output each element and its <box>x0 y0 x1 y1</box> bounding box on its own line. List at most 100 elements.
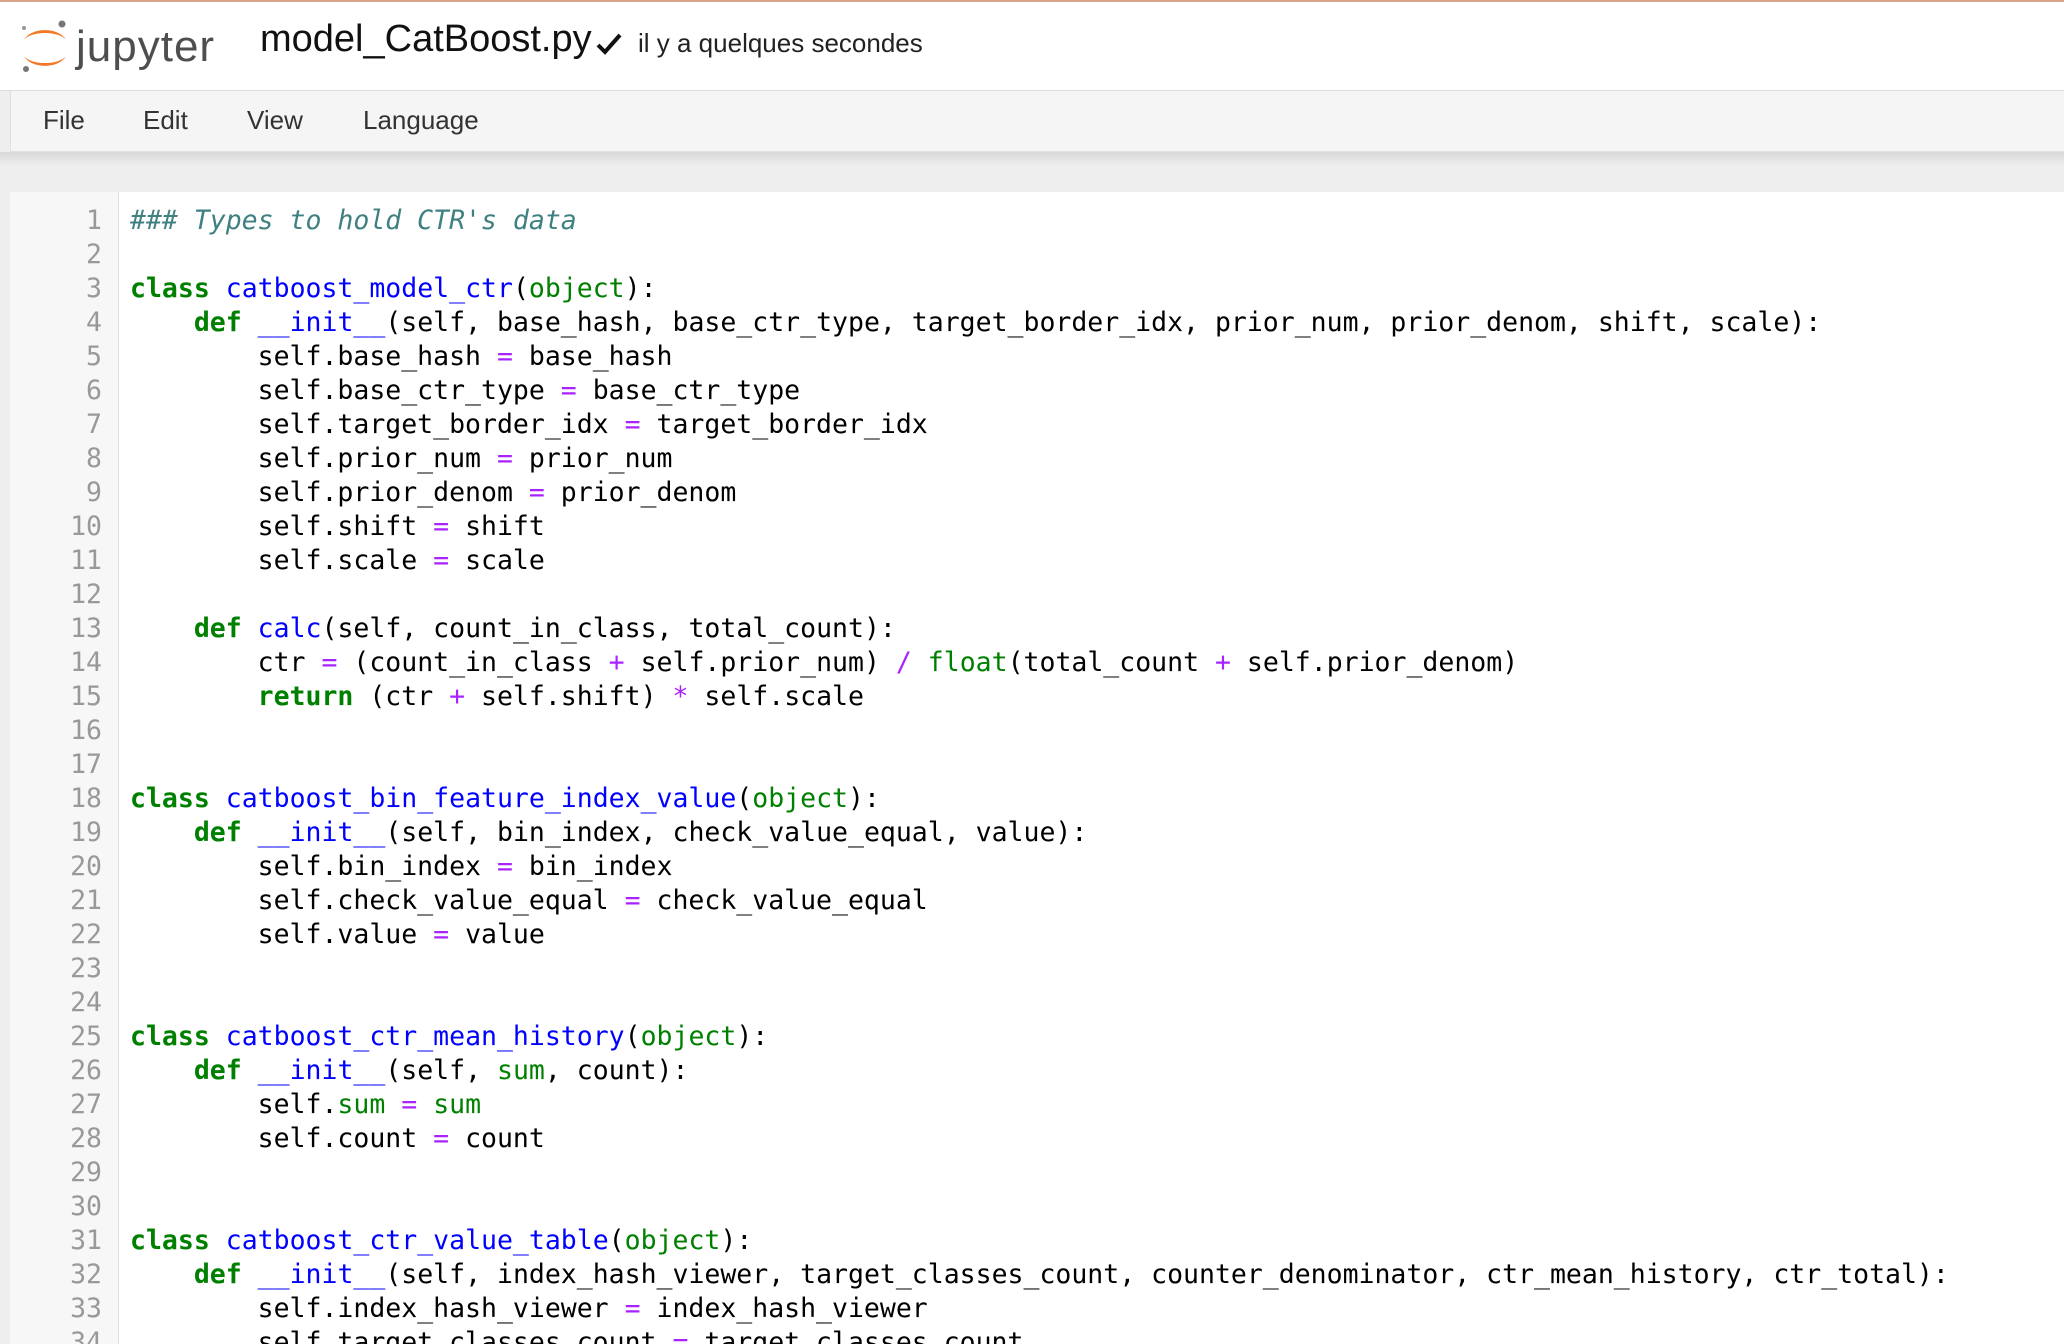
code-line[interactable]: 8 self.prior_num = prior_num <box>10 442 2064 476</box>
save-status: il y a quelques secondes <box>638 28 923 58</box>
line-number: 34 <box>70 1327 102 1344</box>
code-text: self.prior_num = prior_num <box>130 443 673 474</box>
code-text: self.count = count <box>130 1123 545 1154</box>
line-number: 26 <box>70 1055 102 1086</box>
line-number: 14 <box>70 647 102 678</box>
line-number: 33 <box>70 1293 102 1324</box>
line-number: 20 <box>70 851 102 882</box>
code-line[interactable]: 14 ctr = (count_in_class + self.prior_nu… <box>10 646 2064 680</box>
code-line[interactable]: 28 self.count = count <box>10 1122 2064 1156</box>
code-line[interactable]: 15 return (ctr + self.shift) * self.scal… <box>10 680 2064 714</box>
code-text: self.index_hash_viewer = index_hash_view… <box>130 1293 928 1324</box>
code-text: class catboost_ctr_value_table(object): <box>130 1225 753 1256</box>
line-number: 13 <box>70 613 102 644</box>
code-text: ctr = (count_in_class + self.prior_num) … <box>130 647 1519 678</box>
line-number: 3 <box>86 273 102 304</box>
line-number: 18 <box>70 783 102 814</box>
code-line[interactable]: 23 <box>10 952 2064 986</box>
code-line[interactable]: 32 def __init__(self, index_hash_viewer,… <box>10 1258 2064 1292</box>
line-number: 6 <box>86 375 102 406</box>
line-number: 17 <box>70 749 102 780</box>
code-line[interactable]: 2 <box>10 238 2064 272</box>
header: jupyter model_CatBoost.py il y a quelque… <box>0 2 2064 91</box>
code-line[interactable]: 19 def __init__(self, bin_index, check_v… <box>10 816 2064 850</box>
code-text: class catboost_bin_feature_index_value(o… <box>130 783 880 814</box>
line-number: 8 <box>86 443 102 474</box>
line-number: 24 <box>70 987 102 1018</box>
logo-text: jupyter <box>76 22 216 71</box>
code-text: ### Types to hold CTR's data <box>130 205 577 236</box>
code-line[interactable]: 5 self.base_hash = base_hash <box>10 340 2064 374</box>
code-text: self.target_border_idx = target_border_i… <box>130 409 928 440</box>
code-text: self.sum = sum <box>130 1089 482 1120</box>
code-line[interactable]: 26 def __init__(self, sum, count): <box>10 1054 2064 1088</box>
line-number: 7 <box>86 409 102 440</box>
line-number: 32 <box>70 1259 102 1290</box>
code-line[interactable]: 9 self.prior_denom = prior_denom <box>10 476 2064 510</box>
code-line[interactable]: 1 ### Types to hold CTR's data <box>10 204 2064 238</box>
line-number: 19 <box>70 817 102 848</box>
menu-edit[interactable]: Edit <box>143 105 188 136</box>
menu-language[interactable]: Language <box>363 105 479 136</box>
code-line[interactable]: 12 <box>10 578 2064 612</box>
code-text: def __init__(self, index_hash_viewer, ta… <box>193 1259 1949 1290</box>
code-line[interactable]: 29 <box>10 1156 2064 1190</box>
code-text: self.value = value <box>130 919 545 950</box>
code-text: self.bin_index = bin_index <box>130 851 673 882</box>
menu-file[interactable]: File <box>43 105 85 136</box>
code-line[interactable]: 27 self.sum = sum <box>10 1088 2064 1122</box>
code-text: def __init__(self, bin_index, check_valu… <box>193 817 1088 848</box>
line-number: 28 <box>70 1123 102 1154</box>
code-line[interactable]: 10 self.shift = shift <box>10 510 2064 544</box>
line-number: 10 <box>70 511 102 542</box>
code-text: self.target_classes_count = target_class… <box>130 1327 1024 1344</box>
code-editor[interactable]: 1 ### Types to hold CTR's data 2 3 class cat… <box>10 192 2064 1344</box>
code-line[interactable]: 17 <box>10 748 2064 782</box>
code-line[interactable]: 20 self.bin_index = bin_index <box>10 850 2064 884</box>
code-text: self.base_hash = base_hash <box>130 341 673 372</box>
code-line[interactable]: 4 def __init__(self, base_hash, base_ctr… <box>10 306 2064 340</box>
line-number: 2 <box>86 239 102 270</box>
code-line[interactable]: 7 self.target_border_idx = target_border… <box>10 408 2064 442</box>
jupyter-logo[interactable]: jupyter <box>18 16 248 76</box>
code-line[interactable]: 21 self.check_value_equal = check_value_… <box>10 884 2064 918</box>
code-text: def calc(self, count_in_class, total_cou… <box>193 613 896 644</box>
code-line[interactable]: 11 self.scale = scale <box>10 544 2064 578</box>
code-text: self.shift = shift <box>130 511 545 542</box>
line-number: 22 <box>70 919 102 950</box>
code-line[interactable]: 24 <box>10 986 2064 1020</box>
code-line[interactable]: 22 self.value = value <box>10 918 2064 952</box>
line-number: 4 <box>86 307 102 338</box>
code-line[interactable]: 33 self.index_hash_viewer = index_hash_v… <box>10 1292 2064 1326</box>
toolbar-shadow <box>0 152 2064 166</box>
line-number: 27 <box>70 1089 102 1120</box>
code-text: def __init__(self, base_hash, base_ctr_t… <box>193 307 1822 338</box>
line-number: 9 <box>86 477 102 508</box>
code-line[interactable]: 13 def calc(self, count_in_class, total_… <box>10 612 2064 646</box>
code-line[interactable]: 6 self.base_ctr_type = base_ctr_type <box>10 374 2064 408</box>
code-line[interactable]: 16 <box>10 714 2064 748</box>
code-text: def __init__(self, sum, count): <box>193 1055 689 1086</box>
code-text: self.check_value_equal = check_value_equ… <box>130 885 928 916</box>
jupyter-logo-icon <box>22 20 66 72</box>
line-number: 1 <box>86 205 102 236</box>
code-line[interactable]: 18 class catboost_bin_feature_index_value… <box>10 782 2064 816</box>
file-name[interactable]: model_CatBoost.py <box>260 18 592 61</box>
code-text: self.prior_denom = prior_denom <box>130 477 737 508</box>
menu-bar: File Edit View Language <box>10 91 2064 152</box>
code-text: class catboost_ctr_mean_history(object): <box>130 1021 769 1052</box>
line-number: 21 <box>70 885 102 916</box>
line-number: 31 <box>70 1225 102 1256</box>
code-line[interactable]: 34 self.target_classes_count = target_cl… <box>10 1326 2064 1344</box>
code-line[interactable]: 30 <box>10 1190 2064 1224</box>
code-text: self.base_ctr_type = base_ctr_type <box>130 375 801 406</box>
code-line[interactable]: 3 class catboost_model_ctr(object): <box>10 272 2064 306</box>
code-line[interactable]: 31 class catboost_ctr_value_table(object)… <box>10 1224 2064 1258</box>
menu-view[interactable]: View <box>247 105 303 136</box>
code-text: return (ctr + self.shift) * self.scale <box>257 681 864 712</box>
code-line[interactable]: 25 class catboost_ctr_mean_history(object… <box>10 1020 2064 1054</box>
line-number: 30 <box>70 1191 102 1222</box>
line-number: 25 <box>70 1021 102 1052</box>
line-number: 11 <box>70 545 102 576</box>
line-number: 15 <box>70 681 102 712</box>
